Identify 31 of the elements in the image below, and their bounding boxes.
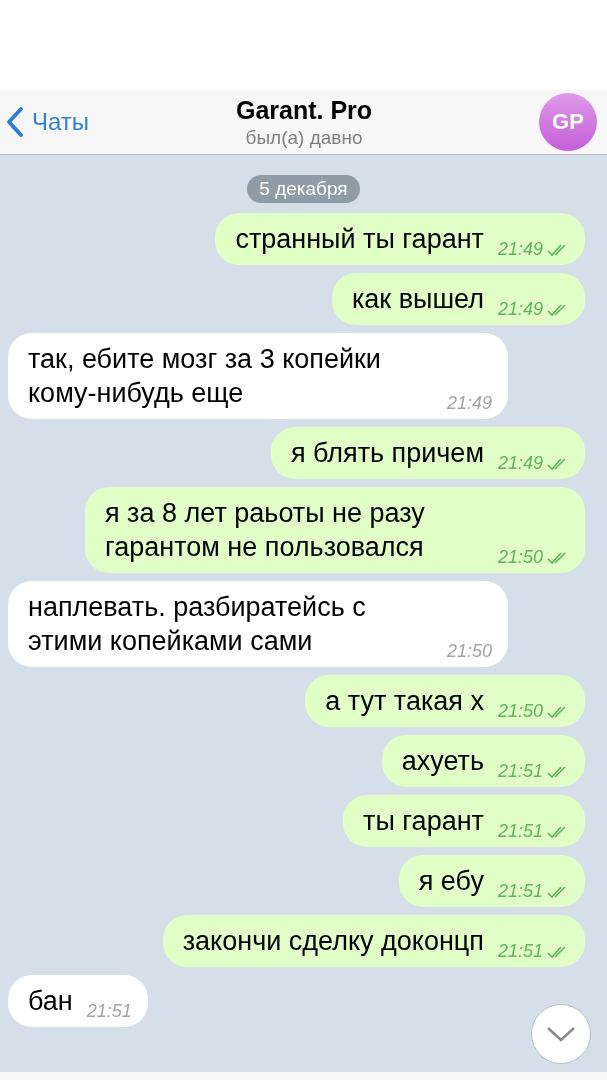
message-time: 21:50 bbox=[446, 641, 492, 662]
message-time: 21:51 bbox=[86, 1001, 132, 1022]
message-time: 21:49 bbox=[497, 299, 543, 320]
back-button[interactable]: Чаты bbox=[6, 106, 90, 138]
last-seen-status: был(а) давно bbox=[245, 126, 363, 149]
message-time: 21:51 bbox=[497, 821, 543, 842]
chevron-left-icon bbox=[6, 106, 24, 138]
avatar[interactable]: GP bbox=[539, 93, 597, 151]
message-text: странный ты гарант bbox=[235, 223, 484, 256]
message-time: 21:49 bbox=[497, 453, 543, 474]
chevron-down-icon bbox=[545, 1025, 577, 1043]
message-text: я за 8 лет раьоты не разу гарантом не пользовался bbox=[105, 497, 426, 564]
chat-title: Garant. Pro bbox=[235, 95, 373, 125]
message-time: 21:49 bbox=[446, 393, 492, 414]
message-text: как вышел bbox=[351, 283, 484, 316]
message-text: бан bbox=[28, 985, 73, 1018]
message-time: 21:50 bbox=[497, 701, 543, 722]
message-text: ты гарант bbox=[363, 805, 484, 838]
message-time: 21:51 bbox=[497, 881, 543, 902]
message-text: а тут такая х bbox=[325, 685, 484, 718]
message-time: 21:51 bbox=[497, 761, 543, 782]
message-text: так, ебите мозг за 3 копейки кому-нибудь еще bbox=[28, 343, 382, 410]
message-time: 21:51 bbox=[497, 941, 543, 962]
message-text: я блять причем bbox=[290, 437, 484, 470]
message-time: 21:50 bbox=[497, 547, 543, 568]
message-text: ахуеть bbox=[401, 745, 484, 778]
date-label: 5 декабря bbox=[247, 175, 360, 203]
message-time: 21:49 bbox=[497, 239, 543, 260]
message-text: закончи сделку доконцп bbox=[182, 925, 484, 958]
message-text: я ебу bbox=[418, 865, 484, 898]
message-text: наплевать. разбиратейсь с этими копейками сами bbox=[28, 591, 367, 658]
